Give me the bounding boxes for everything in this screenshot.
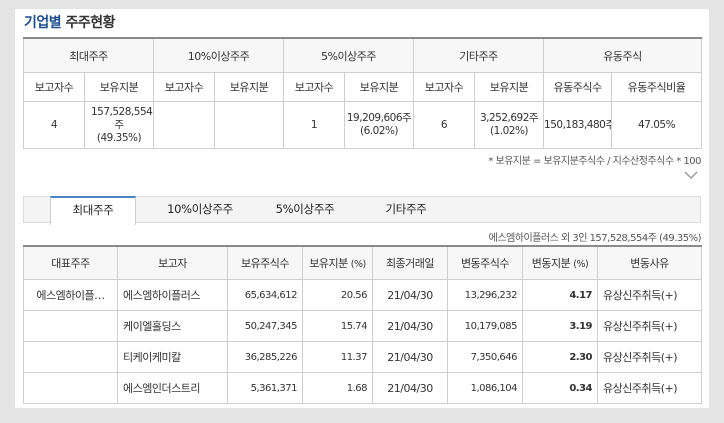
cell-change-pct: 0.34 (522, 372, 598, 404)
subheader: 보고자수 (413, 72, 476, 102)
cell-date: 21/04/30 (372, 341, 448, 373)
shareholder-detail-table: 대표주주 보고자 보유주식수 보유지분 (%) 최종거래일 변동주식수 변동지분… (23, 245, 702, 404)
subheader: 보유지분 (474, 72, 545, 102)
tab-largest[interactable]: 최대주주 (50, 196, 136, 225)
group-largest: 최대주주 (22, 37, 155, 73)
cell-reporter: 케이엘홀딩스 (117, 310, 228, 342)
subheader: 유동주식수 (543, 72, 613, 102)
subheader: 보유지분 (214, 72, 285, 102)
summary-group-row: 최대주주 10%이상주주 5%이상주주 기타주주 유동주식 (22, 37, 703, 73)
subheader: 보유지분 (83, 72, 155, 102)
other-shares: 3,252,692주 (479, 112, 539, 124)
tab-other[interactable]: 기타주주 (364, 197, 448, 222)
float-shares: 150,183,480주 (543, 101, 613, 149)
subheader: 보고자수 (23, 72, 85, 102)
detail-header-row: 대표주주 보고자 보유주식수 보유지분 (%) 최종거래일 변동주식수 변동지분… (23, 245, 702, 280)
subheader: 보고자수 (283, 72, 346, 102)
summary-value-row: 4 157,528,554주 (49.35%) 1 19,209,606주 (6… (23, 101, 703, 149)
cell-date: 21/04/30 (372, 372, 448, 404)
summary-subheader-row: 보고자수 보유지분 보고자수 보유지분 보고자수 보유지분 보고자수 보유지분 … (23, 72, 703, 102)
cell-reporter: 티케이케미칼 (117, 341, 228, 373)
cell-change-reason: 유상신주취득(+) (597, 279, 702, 311)
table-row: 에스엠하이플… 에스엠하이플러스 65,634,612 20.56 21/04/… (23, 279, 702, 311)
cell-change-shares: 13,296,232 (447, 279, 523, 311)
other-pct: (1.02%) (489, 125, 529, 137)
cell-shares: 65,634,612 (227, 279, 303, 311)
cell-holding-pct: 11.37 (302, 341, 373, 373)
subheader: 보유지분 (344, 72, 415, 102)
group-other: 기타주주 (413, 37, 545, 73)
cell-change-reason: 유상신주취득(+) (597, 310, 702, 342)
cell-change-reason: 유상신주취득(+) (597, 341, 702, 373)
cell-change-shares: 1,086,104 (447, 372, 523, 404)
title-main: 기업별 (24, 15, 62, 31)
five-shares: 19,209,606주 (346, 112, 412, 124)
shareholder-tabs: 최대주주 10%이상주주 5%이상주주 기타주주 (23, 196, 701, 225)
cell-holding-pct: 15.74 (302, 310, 373, 342)
col-reporter: 보고자 (117, 245, 228, 280)
cell-date: 21/04/30 (372, 310, 448, 342)
cell-reporter: 에스엠인더스트리 (117, 372, 228, 404)
cell-representative (23, 341, 118, 373)
col-change-label: 변동지분 (531, 257, 571, 270)
cell-holding-pct: 1.68 (302, 372, 373, 404)
col-change-pct: 변동지분 (%) (522, 245, 598, 280)
table-row: 케이엘홀딩스 50,247,345 15.74 21/04/30 10,179,… (23, 310, 702, 342)
table-row: 티케이케미칼 36,285,226 11.37 21/04/30 7,350,6… (23, 341, 702, 373)
cell-shares: 5,361,371 (227, 372, 303, 404)
float-pct: 47.05% (611, 101, 703, 149)
col-last-trade-date: 최종거래일 (372, 245, 448, 280)
cell-reporter: 에스엠하이플러스 (117, 279, 228, 311)
cell-change-pct: 2.30 (522, 341, 598, 373)
cell-change-shares: 10,179,085 (447, 310, 523, 342)
col-holding-unit: (%) (350, 259, 366, 270)
ten-holding (214, 101, 285, 149)
largest-pct: (49.35%) (96, 131, 142, 144)
holding-formula-note: * 보유지분 = 보유지분주식수 / 지수산정주식수 * 100 (488, 156, 701, 167)
col-representative: 대표주주 (23, 245, 118, 280)
group-ten-percent: 10%이상주주 (153, 37, 285, 73)
group-float: 유동주식 (543, 37, 703, 73)
cell-change-pct: 3.19 (522, 310, 598, 342)
col-change-shares: 변동주식수 (447, 245, 523, 280)
col-change-reason: 변동사유 (597, 245, 702, 280)
cell-change-pct: 4.17 (522, 279, 598, 311)
subheader: 유동주식비율 (611, 72, 703, 102)
largest-count: 4 (23, 101, 85, 149)
chevron-down-icon[interactable] (684, 168, 698, 182)
five-count: 1 (283, 101, 346, 149)
cell-change-reason: 유상신주취득(+) (597, 372, 702, 404)
group-five-percent: 5%이상주주 (283, 37, 415, 73)
cell-representative: 에스엠하이플… (23, 279, 118, 311)
col-shares: 보유주식수 (227, 245, 303, 280)
five-pct: (6.02%) (359, 125, 399, 137)
five-holding: 19,209,606주 (6.02%) (344, 101, 415, 149)
other-count: 6 (413, 101, 476, 149)
cell-shares: 50,247,345 (227, 310, 303, 342)
other-holding: 3,252,692주 (1.02%) (474, 101, 545, 149)
cell-representative (23, 310, 118, 342)
tab-five-percent[interactable]: 5%이상주주 (260, 197, 350, 222)
section-title: 기업별 주주현황 (24, 12, 116, 32)
tab-ten-percent[interactable]: 10%이상주주 (152, 197, 248, 222)
table-row: 에스엠인더스트리 5,361,371 1.68 21/04/30 1,086,1… (23, 372, 702, 404)
tab-summary-info: 에스엠하이플러스 외 3인 157,528,554주 (49.35%) (488, 233, 702, 244)
summary-table: 최대주주 10%이상주주 5%이상주주 기타주주 유동주식 보고자수 보유지분 … (22, 37, 703, 149)
cell-representative (23, 372, 118, 404)
largest-holding: 157,528,554주 (49.35%) (83, 101, 155, 149)
col-holding-pct: 보유지분 (%) (302, 245, 373, 280)
col-change-unit: (%) (573, 259, 589, 270)
subheader: 보고자수 (153, 72, 216, 102)
cell-date: 21/04/30 (372, 279, 448, 311)
cell-shares: 36,285,226 (227, 341, 303, 373)
largest-shares: 157,528,554주 (91, 105, 153, 131)
cell-change-shares: 7,350,646 (447, 341, 523, 373)
col-holding-label: 보유지분 (309, 257, 348, 270)
title-sub: 주주현황 (65, 15, 116, 31)
shareholder-panel: 기업별 주주현황 최대주주 10%이상주주 5%이상주주 기타주주 유동주식 보… (15, 9, 709, 408)
ten-count (153, 101, 216, 149)
cell-holding-pct: 20.56 (302, 279, 373, 311)
